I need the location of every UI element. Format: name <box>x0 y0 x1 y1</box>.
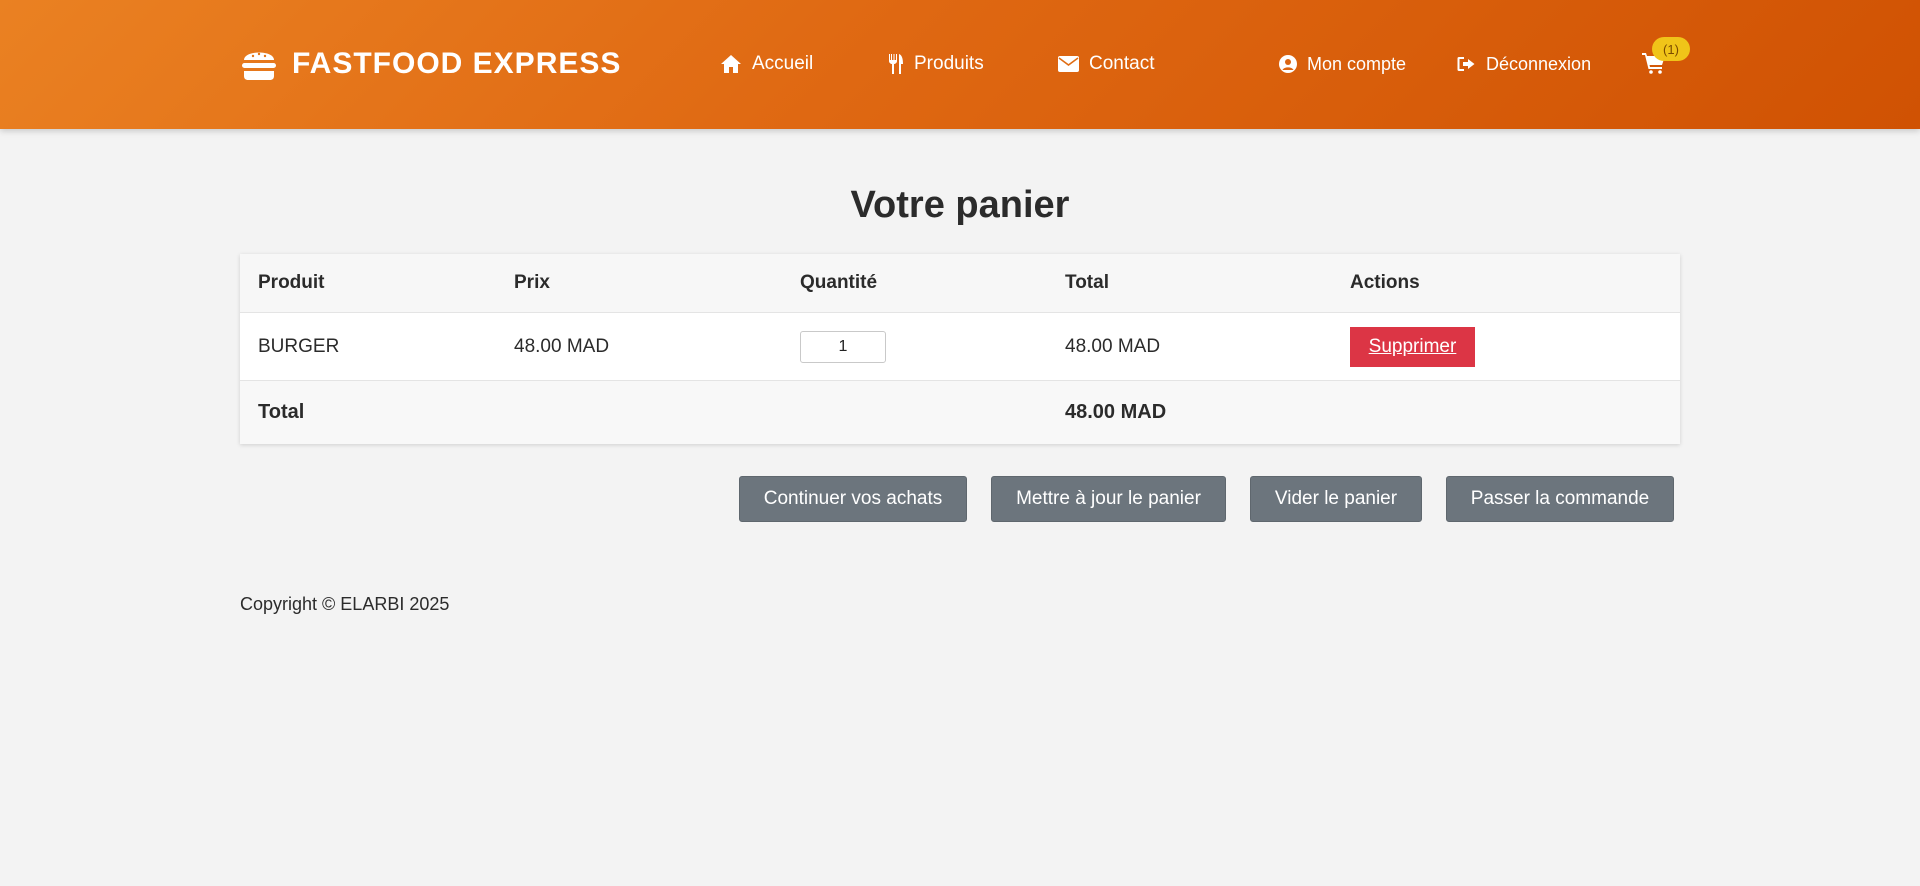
product-name: BURGER <box>258 335 340 357</box>
column-header-prix: Prix <box>514 272 550 293</box>
total-label: Total <box>258 401 305 423</box>
table-total-row: Total 48.00 MAD <box>240 381 1680 444</box>
sign-out-icon <box>1457 57 1475 71</box>
burger-icon <box>242 52 276 80</box>
column-header-produit: Produit <box>258 272 325 293</box>
envelope-icon <box>1058 56 1079 72</box>
checkout-button[interactable]: Passer la commande <box>1446 476 1674 522</box>
brand-name: FASTFOOD EXPRESS <box>292 47 622 80</box>
quantity-input[interactable] <box>800 330 886 363</box>
nav-contact[interactable]: Contact <box>1058 52 1154 76</box>
user-circle-icon <box>1279 55 1297 73</box>
nav-contact-label: Contact <box>1089 53 1155 74</box>
page-title: Votre panier <box>850 184 1070 226</box>
table-row: BURGER 48.00 MAD 48.00 MAD Supprimer <box>240 313 1680 381</box>
column-header-actions: Actions <box>1350 272 1420 293</box>
nav-mon-compte-label: Mon compte <box>1307 53 1407 74</box>
column-header-quantite: Quantité <box>800 272 878 293</box>
top-navbar: FASTFOOD EXPRESS Accueil Produits Contac… <box>0 0 1920 129</box>
nav-accueil-label: Accueil <box>752 53 814 74</box>
nav-deconnexion-label: Déconnexion <box>1486 53 1592 74</box>
product-price: 48.00 MAD <box>514 335 610 357</box>
home-icon <box>721 55 741 73</box>
nav-accueil[interactable]: Accueil <box>720 52 813 76</box>
utensils-icon <box>889 54 903 74</box>
continue-shopping-button[interactable]: Continuer vos achats <box>739 476 967 522</box>
nav-mon-compte[interactable]: Mon compte <box>1279 52 1406 76</box>
quantity-cell <box>800 313 886 380</box>
column-header-total: Total <box>1065 272 1109 293</box>
total-value: 48.00 MAD <box>1065 401 1167 423</box>
nav-produits[interactable]: Produits <box>888 52 984 76</box>
delete-item-button[interactable]: Supprimer <box>1350 326 1475 367</box>
brand-logo[interactable]: FASTFOOD EXPRESS <box>240 46 621 82</box>
cart-count-badge: (1) <box>1652 37 1690 61</box>
actions-cell: Supprimer <box>1350 313 1475 380</box>
update-cart-button[interactable]: Mettre à jour le panier <box>991 476 1226 522</box>
table-header-row: Produit Prix Quantité Total Actions <box>240 254 1680 313</box>
cart-table: Produit Prix Quantité Total Actions BURG… <box>240 254 1680 444</box>
line-total: 48.00 MAD <box>1065 335 1161 357</box>
nav-produits-label: Produits <box>914 53 984 74</box>
nav-deconnexion[interactable]: Déconnexion <box>1457 52 1591 76</box>
copyright-text: Copyright © ELARBI 2025 <box>240 594 450 614</box>
empty-cart-button[interactable]: Vider le panier <box>1250 476 1422 522</box>
